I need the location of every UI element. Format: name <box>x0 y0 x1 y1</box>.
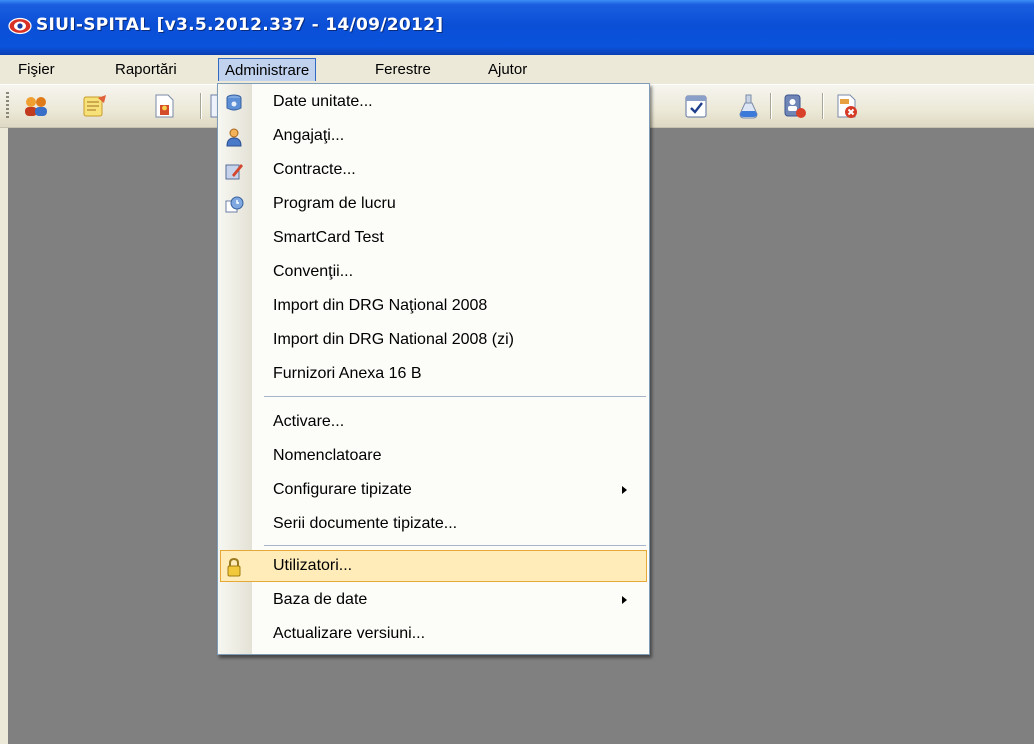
window-left-border <box>0 128 8 744</box>
contract-edit-icon <box>225 164 243 180</box>
menu-item-smartcard-test[interactable]: SmartCard Test <box>218 221 649 255</box>
toolbar-separator <box>770 93 772 119</box>
menu-item-conventii[interactable]: Convenţii... <box>218 255 649 289</box>
menu-ajutor[interactable]: Ajutor <box>482 58 533 81</box>
menu-item-label: Import din DRG Naţional 2008 <box>273 297 488 314</box>
menu-ferestre[interactable]: Ferestre <box>369 58 437 81</box>
menu-item-label: Convenţii... <box>273 263 354 280</box>
toolbar-grip[interactable] <box>6 92 9 120</box>
menu-item-label: Utilizatori... <box>273 557 353 574</box>
submenu-arrow-icon <box>622 486 627 494</box>
person-icon <box>226 128 242 147</box>
menu-item-label: Import din DRG National 2008 (zi) <box>273 331 514 348</box>
menu-item-label: Nomenclatoare <box>273 447 382 464</box>
menu-separator <box>264 545 646 546</box>
users-icon[interactable] <box>22 92 50 120</box>
window-title: SIUI-SPITAL [v3.5.2012.337 - 14/09/2012] <box>36 15 444 35</box>
menu-item-import-drg-national[interactable]: Import din DRG Naţional 2008 <box>218 289 649 323</box>
toolbar-separator <box>200 93 202 119</box>
schedule-icon <box>225 196 244 213</box>
menu-item-import-drg-national-zi[interactable]: Import din DRG National 2008 (zi) <box>218 323 649 357</box>
application-window: SIUI-SPITAL [v3.5.2012.337 - 14/09/2012]… <box>0 0 1034 744</box>
menu-item-label: Program de lucru <box>273 195 396 212</box>
notes-icon[interactable] <box>80 92 108 120</box>
menu-item-date-unitate[interactable]: Date unitate... <box>218 85 649 119</box>
title-bar[interactable]: SIUI-SPITAL [v3.5.2012.337 - 14/09/2012] <box>0 0 1034 55</box>
menu-item-label: Contracte... <box>273 161 356 178</box>
toolbar-separator <box>822 93 824 119</box>
document-delete-icon[interactable] <box>832 92 860 120</box>
menu-item-furnizori-anexa[interactable]: Furnizori Anexa 16 B <box>218 357 649 391</box>
menu-item-activare[interactable]: Activare... <box>218 405 649 439</box>
menu-item-configurare-tipizate[interactable]: Configurare tipizate <box>218 473 649 507</box>
menu-bar: Fişier Raportări Administrare Ferestre A… <box>0 55 1034 85</box>
menu-item-label: Serii documente tipizate... <box>273 515 458 532</box>
menu-item-label: Angajaţi... <box>273 127 345 144</box>
menu-item-label: Baza de date <box>273 591 368 608</box>
menu-item-serii-documente[interactable]: Serii documente tipizate... <box>218 507 649 541</box>
menu-item-label: Furnizori Anexa 16 B <box>273 365 422 382</box>
menu-item-label: Activare... <box>273 413 345 430</box>
menu-item-nomenclatoare[interactable]: Nomenclatoare <box>218 439 649 473</box>
submenu-arrow-icon <box>622 596 627 604</box>
lock-icon <box>227 557 241 577</box>
menu-item-program-de-lucru[interactable]: Program de lucru <box>218 187 649 221</box>
flask-icon[interactable] <box>734 92 762 120</box>
menu-item-baza-de-date[interactable]: Baza de date <box>218 583 649 617</box>
database-icon <box>226 94 242 111</box>
menu-fisier[interactable]: Fişier <box>12 58 61 81</box>
menu-item-label: SmartCard Test <box>273 229 384 246</box>
document-badge-icon[interactable] <box>150 92 178 120</box>
menu-item-label: Configurare tipizate <box>273 481 412 498</box>
menu-raportari[interactable]: Raportări <box>109 58 183 81</box>
eye-logo-icon <box>8 17 32 35</box>
menu-item-label: Actualizare versiuni... <box>273 625 426 642</box>
menu-item-contracte[interactable]: Contracte... <box>218 153 649 187</box>
menu-item-label: Date unitate... <box>273 93 373 110</box>
administrare-dropdown-menu: Date unitate... Angajaţi... Contracte...… <box>217 83 650 655</box>
menu-administrare[interactable]: Administrare <box>218 58 317 81</box>
menu-item-utilizatori[interactable]: Utilizatori... <box>218 549 649 583</box>
card-person-icon[interactable] <box>780 92 808 120</box>
menu-item-actualizare-versiuni[interactable]: Actualizare versiuni... <box>218 617 649 651</box>
calendar-check-icon[interactable] <box>682 92 710 120</box>
menu-separator <box>264 396 646 397</box>
menu-item-angajati[interactable]: Angajaţi... <box>218 119 649 153</box>
